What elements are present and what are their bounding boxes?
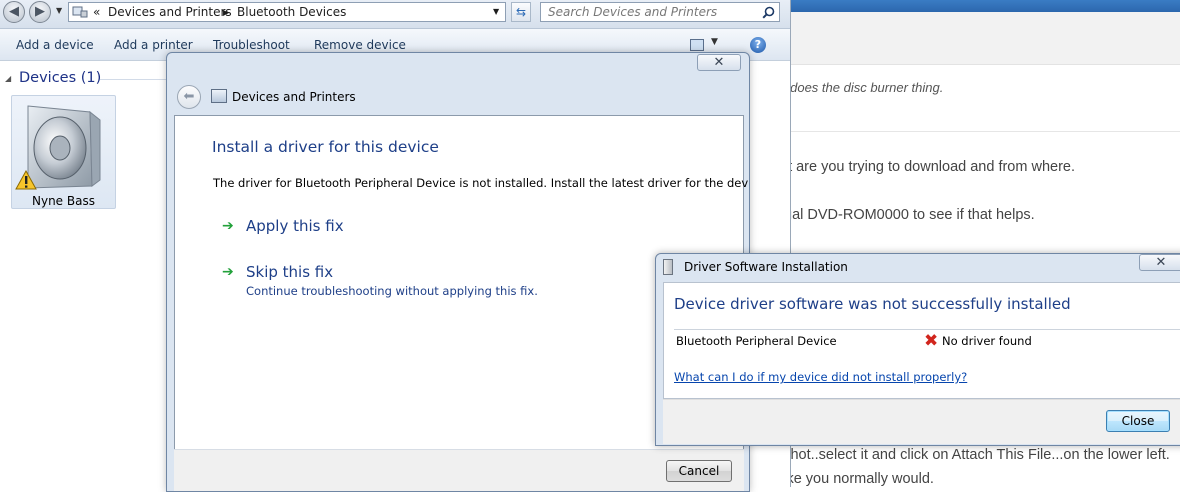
skip-fix-link[interactable]: Skip this fix [246, 263, 333, 281]
page-heading: Install a driver for this device [212, 138, 439, 156]
change-view-icon[interactable] [690, 39, 704, 51]
result-heading: Device driver software was not successfu… [674, 295, 1071, 313]
collapse-group-icon[interactable]: ◢ [5, 74, 11, 83]
troubleshoot-button[interactable]: Troubleshoot [213, 38, 290, 52]
device-name-label: Nyne Bass [32, 194, 95, 208]
close-icon[interactable]: ✕ [697, 54, 741, 71]
back-button[interactable]: ◀ [3, 1, 25, 23]
description-text: The driver for Bluetooth Peripheral Devi… [213, 176, 750, 190]
add-printer-button[interactable]: Add a printer [114, 38, 193, 52]
web-text-line: ishot..select it and click on Attach Thi… [780, 447, 1170, 463]
usb-device-icon [663, 259, 673, 275]
recent-pages-dropdown-icon[interactable]: ▼ [56, 6, 62, 15]
devices-group-header[interactable]: Devices (1) [19, 70, 101, 86]
web-top-bar [780, 0, 1180, 12]
close-button[interactable]: Close [1106, 410, 1170, 432]
divider [674, 329, 1180, 330]
dialog-title: Driver Software Installation [684, 260, 848, 274]
help-icon[interactable]: ? [750, 37, 766, 53]
cancel-button[interactable]: Cancel [666, 460, 732, 482]
apply-fix-link[interactable]: Apply this fix [246, 217, 344, 235]
forward-button[interactable]: ▶ [29, 1, 51, 23]
device-tile-nyne-bass[interactable]: Nyne Bass [11, 95, 116, 209]
address-dropdown-icon[interactable]: ▼ [493, 7, 499, 16]
help-link[interactable]: What can I do if my device did not insta… [674, 370, 967, 384]
web-separator [780, 131, 1180, 132]
driver-status-panel: Device driver software was not successfu… [663, 282, 1180, 399]
search-icon[interactable] [762, 6, 775, 19]
back-arrow-icon[interactable]: ⬅ [177, 85, 201, 109]
error-x-icon: ✖ [924, 331, 939, 351]
refresh-button[interactable]: ⇆ [511, 2, 531, 22]
dialog-footer: Cancel [174, 449, 744, 491]
dialog-footer: Close [663, 399, 1180, 444]
web-text-line: at are you trying to download and from w… [780, 159, 1075, 175]
web-text-line: like you normally would. [780, 471, 934, 487]
address-bar[interactable]: « Devices and Printers ▶ Bluetooth Devic… [68, 2, 506, 22]
dialog-title: Devices and Printers [232, 90, 356, 104]
address-toolbar: ◀ ▶ ▼ « Devices and Printers ▶ Bluetooth… [0, 0, 790, 29]
view-dropdown-icon[interactable]: ▼ [711, 37, 718, 47]
remove-device-button[interactable]: Remove device [314, 38, 406, 52]
skip-fix-description: Continue troubleshooting without applyin… [246, 284, 538, 298]
warning-icon [15, 170, 37, 190]
breadcrumb-overflow[interactable]: « [93, 5, 100, 19]
web-header-band [780, 12, 1180, 65]
green-arrow-icon: ➔ [222, 264, 234, 280]
driver-status: No driver found [942, 334, 1032, 348]
breadcrumb-bluetooth-devices[interactable]: Bluetooth Devices [237, 5, 346, 19]
green-arrow-icon: ➔ [222, 218, 234, 234]
add-device-button[interactable]: Add a device [16, 38, 94, 52]
device-name: Bluetooth Peripheral Device [676, 334, 837, 348]
breadcrumb-devices-and-printers[interactable]: Devices and Printers [108, 5, 232, 19]
search-input[interactable]: Search Devices and Printers [548, 5, 717, 19]
search-box[interactable]: Search Devices and Printers [540, 2, 780, 22]
breadcrumb-separator-icon[interactable]: ▶ [223, 8, 229, 17]
close-icon[interactable]: ✕ [1139, 254, 1180, 271]
web-text-line: it does the disc burner thing. [780, 80, 944, 95]
web-text-line: tual DVD-ROM0000 to see if that helps. [780, 207, 1035, 223]
driver-installation-dialog: Driver Software Installation ✕ Device dr… [655, 253, 1180, 446]
devices-printers-icon [211, 89, 227, 103]
group-divider [100, 79, 170, 80]
devices-printers-icon [72, 6, 88, 18]
